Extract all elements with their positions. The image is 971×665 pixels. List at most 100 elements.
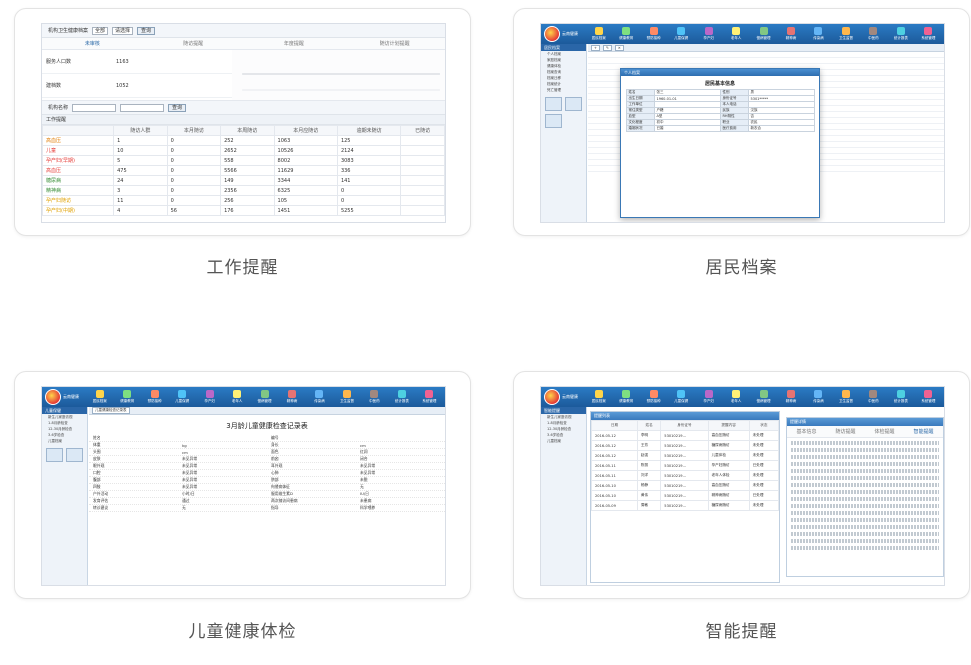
- nav-item[interactable]: 传染病: [806, 390, 831, 404]
- table-row[interactable]: 2016-05-11 陈丽 53010219... 孕产妇随访 已处理: [591, 460, 780, 471]
- table-row[interactable]: 2016-05-12 王芳 53010219... 糖尿病随访 未处理: [591, 440, 780, 451]
- detail-tab[interactable]: 智能提醒: [904, 426, 943, 437]
- row-label[interactable]: 儿童: [42, 145, 115, 156]
- search-button[interactable]: 查询: [137, 26, 156, 35]
- field-value[interactable]: 闭合: [356, 456, 445, 462]
- table-row[interactable]: 2016-05-10 杨静 53010219... 高血压随访 未处理: [591, 480, 780, 491]
- resident-records-card[interactable]: 云南健康 居民档案 健康教育 预防接种 儿童保健 孕产妇 老年人 慢病管理 精神病 传染病 卫生监…: [513, 8, 970, 236]
- nav-item[interactable]: 预防接种: [142, 390, 167, 404]
- nav-item[interactable]: 孕产妇: [696, 390, 721, 404]
- nav-item[interactable]: 系统管理: [916, 27, 941, 41]
- table-row[interactable]: 孕产妇(中期) 4 56 176 1451 5255: [42, 205, 445, 216]
- nav-item[interactable]: 儿童保健: [169, 390, 194, 404]
- table-row[interactable]: 2016-05-11 刘洋 53010219... 老年人体检 未处理: [591, 470, 780, 481]
- filter-select-1[interactable]: 全部: [92, 26, 109, 35]
- row-label[interactable]: 糖尿病: [42, 175, 115, 186]
- nav-item[interactable]: 中医药: [861, 390, 886, 404]
- field-value[interactable]: kg: [178, 443, 267, 448]
- nav-item[interactable]: 精神病: [778, 27, 803, 41]
- field-value[interactable]: 未见异常: [178, 470, 267, 476]
- nav-item[interactable]: 居民档案: [87, 390, 112, 404]
- table-row[interactable]: 孕产妇随访 11 0 256 105 0: [42, 195, 445, 206]
- nav-item[interactable]: 健康教育: [114, 390, 139, 404]
- nav-item[interactable]: 传染病: [307, 390, 332, 404]
- child-health-card[interactable]: 云南健康 居民档案 健康教育 预防接种 儿童保健 孕产妇 老年人 慢病管理 精神病 传染病 卫生监…: [14, 371, 471, 599]
- field-value[interactable]: 未见异常: [178, 477, 267, 483]
- field-value[interactable]: 未见异常: [356, 470, 445, 476]
- row-label[interactable]: 高血压: [42, 135, 115, 146]
- nav-item[interactable]: 卫生监督: [334, 390, 359, 404]
- tab-annual[interactable]: 年度提醒: [244, 38, 345, 49]
- field-value[interactable]: 红润: [356, 449, 445, 455]
- shortcut-icon[interactable]: [46, 448, 63, 462]
- table-row[interactable]: 2016-05-12 赵强 53010219... 儿童体检 未处理: [591, 450, 780, 461]
- table-row[interactable]: 高血压 475 0 5566 11629 336: [42, 165, 445, 176]
- row-label[interactable]: 精神病: [42, 185, 115, 196]
- field-value[interactable]: 无: [356, 484, 445, 490]
- nav-item[interactable]: 卫生监督: [833, 390, 858, 404]
- tab-followup[interactable]: 随访提醒: [143, 38, 244, 49]
- tab-child-form[interactable]: 儿童健康检查记录表: [92, 407, 130, 414]
- table-row[interactable]: 2016-05-10 黄伟 53010219... 精神病随访 已处理: [591, 490, 780, 501]
- field-value[interactable]: 科学喂养: [356, 505, 445, 511]
- nav-item[interactable]: 预防接种: [641, 27, 666, 41]
- nav-item[interactable]: 老年人: [224, 390, 249, 404]
- nav-item[interactable]: 系统管理: [417, 390, 442, 404]
- nav-item[interactable]: 传染病: [806, 27, 831, 41]
- nav-item[interactable]: 系统管理: [916, 390, 941, 404]
- field-value[interactable]: 未脱: [356, 477, 445, 483]
- toolbar-button[interactable]: +: [591, 44, 600, 51]
- filter2-select[interactable]: [120, 103, 165, 112]
- nav-item[interactable]: 老年人: [723, 390, 748, 404]
- detail-tab[interactable]: 随访提醒: [826, 426, 865, 437]
- table-row[interactable]: 高血压 1 0 252 1063 125: [42, 135, 445, 146]
- field-value[interactable]: 通过: [178, 498, 267, 504]
- field-value[interactable]: 未见异常: [356, 463, 445, 469]
- table-row[interactable]: 孕产妇(早期) 5 0 558 8002 3083: [42, 155, 445, 166]
- nav-item[interactable]: 统计报表: [888, 27, 913, 41]
- nav-item[interactable]: 老年人: [723, 27, 748, 41]
- nav-item[interactable]: 统计报表: [389, 390, 414, 404]
- nav-item[interactable]: 精神病: [279, 390, 304, 404]
- field-value[interactable]: 无: [178, 505, 267, 511]
- toolbar-button[interactable]: ✕: [614, 44, 624, 51]
- nav-item[interactable]: 居民档案: [586, 27, 611, 41]
- tab-plan[interactable]: 随访计划提醒: [344, 38, 445, 49]
- filter2-select[interactable]: [72, 103, 117, 112]
- shortcut-icon[interactable]: [66, 448, 83, 462]
- shortcut-icon[interactable]: [545, 114, 562, 128]
- nav-item[interactable]: 慢病管理: [252, 390, 277, 404]
- nav-item[interactable]: 卫生监督: [833, 27, 858, 41]
- field-value[interactable]: cm: [178, 450, 267, 455]
- table-row[interactable]: 儿童 10 0 2652 10526 2124: [42, 145, 445, 156]
- table-row[interactable]: 精神病 3 0 2356 6325 0: [42, 185, 445, 196]
- field-value[interactable]: 新农合: [747, 125, 815, 132]
- nav-item[interactable]: 儿童保健: [668, 27, 693, 41]
- row-label[interactable]: 高血压: [42, 165, 115, 176]
- shortcut-icon[interactable]: [545, 97, 562, 111]
- nav-item[interactable]: 孕产妇: [696, 27, 721, 41]
- detail-tab[interactable]: 体检提醒: [865, 426, 904, 437]
- detail-tab[interactable]: 基本信息: [787, 426, 826, 437]
- nav-item[interactable]: 中医药: [362, 390, 387, 404]
- smart-reminder-card[interactable]: 云南健康 居民档案 健康教育 预防接种 儿童保健 孕产妇 老年人 慢病管理 精神病 传染病 卫生监…: [513, 371, 970, 599]
- nav-item[interactable]: 健康教育: [613, 27, 638, 41]
- table-row[interactable]: 2016-05-09 周敏 53010219... 糖尿病随访 未处理: [591, 500, 780, 511]
- table-row[interactable]: 2016-05-12 李明 53010219... 高血压随访 未处理: [591, 430, 780, 441]
- field-value[interactable]: 未见异常: [178, 484, 267, 490]
- nav-item[interactable]: 预防接种: [641, 390, 666, 404]
- nav-item[interactable]: 统计报表: [888, 390, 913, 404]
- work-reminder-card[interactable]: 机构卫生健康档案 全部 请选择 查询 未审核 随访提醒 年度提醒 随访计划提醒 …: [14, 8, 471, 236]
- filter-select-2[interactable]: 请选择: [112, 26, 134, 35]
- field-value[interactable]: 小时/日: [178, 491, 267, 497]
- nav-item[interactable]: 慢病管理: [751, 27, 776, 41]
- nav-item[interactable]: 精神病: [778, 390, 803, 404]
- nav-item[interactable]: 居民档案: [586, 390, 611, 404]
- filter2-button[interactable]: 查询: [168, 103, 187, 112]
- field-value[interactable]: 未见异常: [178, 463, 267, 469]
- field-value[interactable]: IU/日: [356, 491, 445, 497]
- tab-unaudited[interactable]: 未审核: [42, 38, 143, 49]
- nav-item[interactable]: 慢病管理: [751, 390, 776, 404]
- table-row[interactable]: 糖尿病 24 0 149 3344 141: [42, 175, 445, 186]
- nav-item[interactable]: 中医药: [861, 27, 886, 41]
